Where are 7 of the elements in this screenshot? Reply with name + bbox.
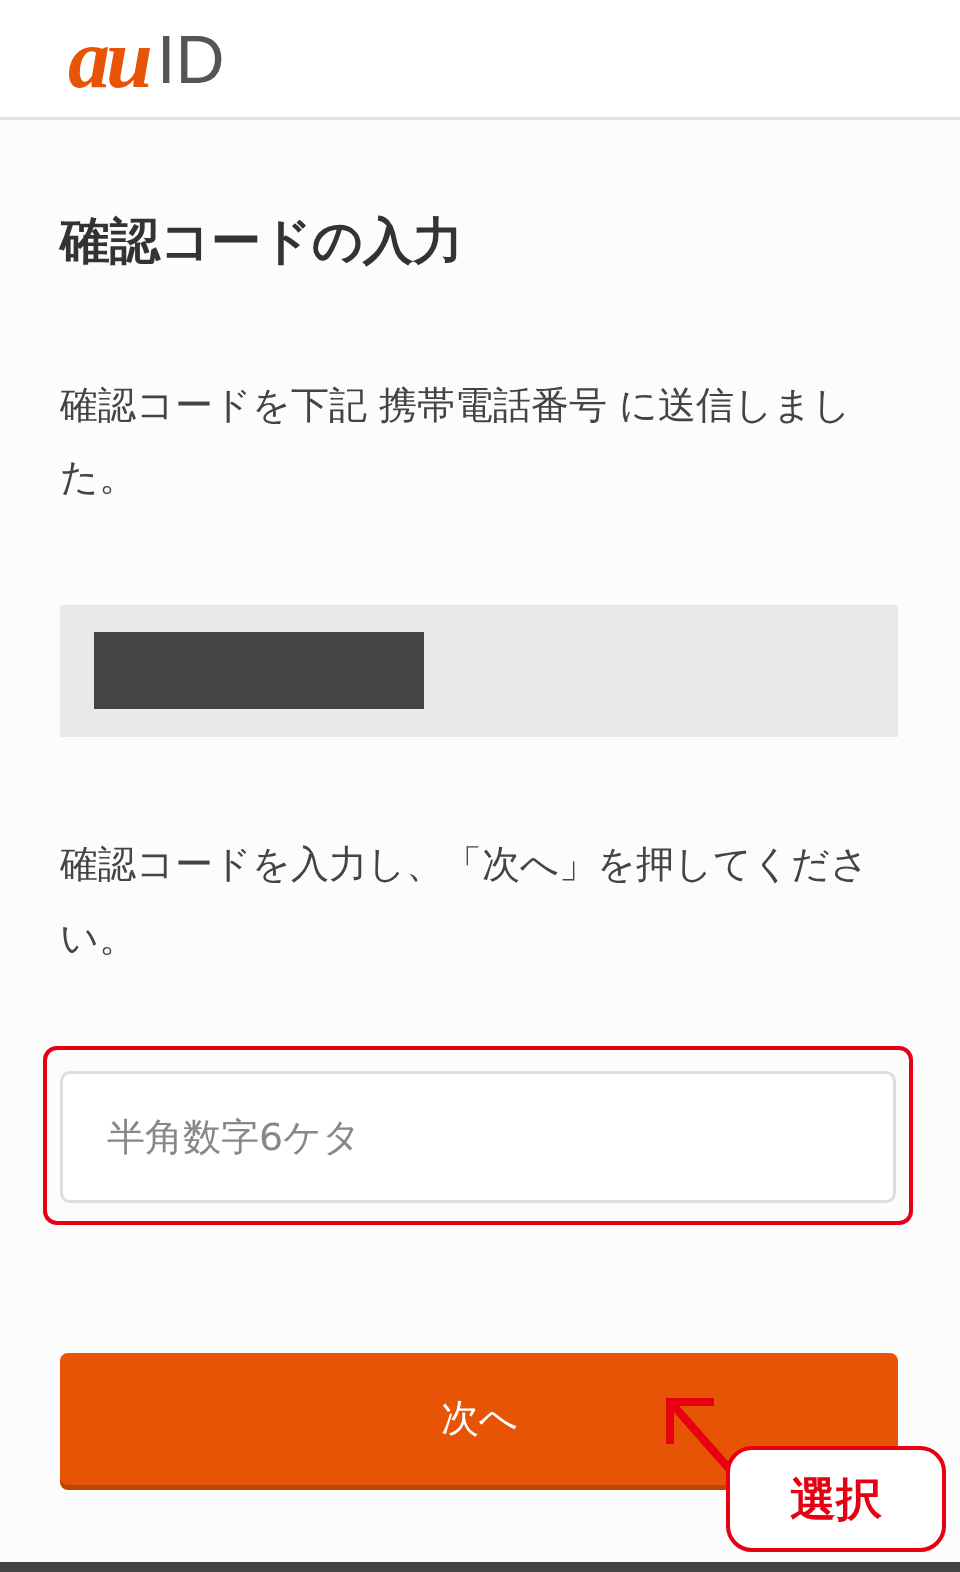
sent-message: 確認コードを下記 携帯電話番号 に送信しました。 — [60, 381, 853, 501]
callout-label: 選択 — [726, 1446, 946, 1552]
logo-mark: au — [68, 16, 149, 101]
logo-text: ID — [156, 24, 225, 93]
code-input-field[interactable]: 半角数字6ケタ — [60, 1070, 896, 1203]
instruction-text: 確認コードを入力し、「次へ」を押してください。 — [60, 840, 870, 962]
page-title: 確認コードの入力 — [60, 211, 464, 272]
